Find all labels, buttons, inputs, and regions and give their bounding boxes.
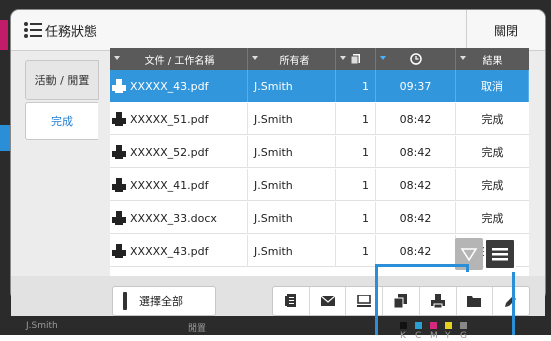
print-job-icon: [112, 244, 126, 258]
status-tabs: 活動 / 閒置 完成: [25, 60, 99, 140]
print-job-icon: [112, 145, 126, 159]
print-job-icon: [112, 112, 126, 126]
mail-button[interactable]: [310, 287, 347, 315]
cell-result: 完成: [481, 113, 504, 126]
copies-icon: [350, 54, 360, 65]
close-button[interactable]: 關閉: [466, 10, 545, 50]
ink-g: G: [460, 321, 467, 341]
header-result[interactable]: 結果: [456, 48, 529, 70]
ink-m: M: [430, 321, 438, 341]
cell-job-name: XXXXX_43.pdf: [110, 235, 248, 267]
cell-owner: J.Smith: [248, 235, 336, 267]
callout-line-menu: [512, 272, 515, 335]
cell-time: 08:42: [376, 202, 456, 234]
action-icon-bar: [272, 286, 530, 316]
cell-time: 08:42: [376, 136, 456, 168]
clock-icon: [409, 53, 422, 65]
title-bar: 任務狀態 關閉: [11, 10, 545, 51]
header-owner[interactable]: 所有者: [248, 48, 336, 70]
menu-button[interactable]: [484, 238, 516, 270]
table-row[interactable]: XXXXX_33.docx J.Smith 1 08:42 完成: [110, 202, 529, 234]
cell-owner: J.Smith: [248, 202, 336, 234]
callout-line-scroll-drop: [466, 264, 469, 272]
header-job-name[interactable]: 文件 / 工作名稱: [110, 48, 248, 70]
print-button[interactable]: [420, 287, 457, 315]
cell-copies: 1: [336, 169, 376, 201]
ink-y: Y: [445, 321, 452, 341]
tab-completed[interactable]: 完成: [25, 102, 98, 140]
cell-job-name: XXXXX_41.pdf: [110, 169, 248, 201]
cell-result: 完成: [481, 146, 504, 159]
mail-icon: [320, 296, 335, 306]
tab-active-idle[interactable]: 活動 / 閒置: [25, 60, 99, 100]
cell-job-name: XXXXX_33.docx: [110, 202, 248, 234]
table-row[interactable]: XXXXX_52.pdf J.Smith 1 08:42 完成: [110, 136, 529, 168]
cell-time: 08:42: [376, 235, 456, 267]
cell-owner: J.Smith: [248, 136, 336, 168]
print-job-icon: [112, 178, 126, 192]
cell-job-name: XXXXX_52.pdf: [110, 136, 248, 168]
header-copies[interactable]: [336, 48, 376, 70]
table-row[interactable]: XXXXX_51.pdf J.Smith 1 08:42 完成: [110, 103, 529, 135]
print-job-icon: [112, 211, 126, 225]
cell-result: 完成: [481, 179, 504, 192]
callout-line-scroll-top: [375, 264, 469, 267]
cell-copies: 1: [336, 103, 376, 135]
header-time[interactable]: [376, 48, 456, 70]
table-header: 文件 / 工作名稱 所有者 結果: [110, 48, 529, 70]
table-row[interactable]: XXXXX_43.pdf J.Smith 1 09:37 取消: [110, 70, 529, 102]
cell-copies: 1: [336, 235, 376, 267]
ink-k: K: [400, 321, 407, 341]
copy-icon: [394, 294, 408, 308]
job-list-icon: [24, 22, 42, 38]
cell-owner: J.Smith: [248, 169, 336, 201]
select-all-button[interactable]: 選擇全部: [112, 286, 216, 316]
cell-time: 08:42: [376, 169, 456, 201]
select-all-label: 選擇全部: [139, 295, 183, 308]
print-job-icon: [112, 79, 126, 93]
status-bar: J.Smith 閒置 K C M Y G: [0, 320, 551, 341]
print-icon: [430, 294, 445, 308]
cell-copies: 1: [336, 136, 376, 168]
cell-job-name: XXXXX_43.pdf: [110, 70, 248, 102]
folder-icon: [467, 296, 482, 307]
cell-job-name: XXXXX_51.pdf: [110, 103, 248, 135]
status-user: J.Smith: [26, 321, 58, 331]
hamburger-menu-icon: [492, 248, 508, 261]
details-button[interactable]: [273, 287, 310, 315]
ink-c: C: [415, 321, 422, 341]
callout-line-scroll-vertical: [375, 264, 378, 335]
cell-owner: J.Smith: [248, 103, 336, 135]
left-accent-bar: [0, 20, 8, 50]
ink-levels: K C M Y G: [400, 321, 469, 341]
cell-copies: 1: [336, 70, 376, 102]
computer-icon: [357, 295, 372, 307]
copy-button[interactable]: [383, 287, 420, 315]
cell-result: 完成: [481, 212, 504, 225]
cell-copies: 1: [336, 202, 376, 234]
status-state: 閒置: [188, 324, 207, 334]
select-all-marker-icon: [123, 292, 127, 310]
cell-time: 08:42: [376, 103, 456, 135]
cell-result: 取消: [456, 70, 529, 102]
folder-button[interactable]: [457, 287, 494, 315]
cell-owner: J.Smith: [248, 70, 336, 102]
cell-time: 09:37: [376, 70, 456, 102]
table-row[interactable]: XXXXX_41.pdf J.Smith 1 08:42 完成: [110, 169, 529, 201]
details-icon: [284, 294, 296, 307]
dialog-title: 任務狀態: [45, 25, 98, 40]
